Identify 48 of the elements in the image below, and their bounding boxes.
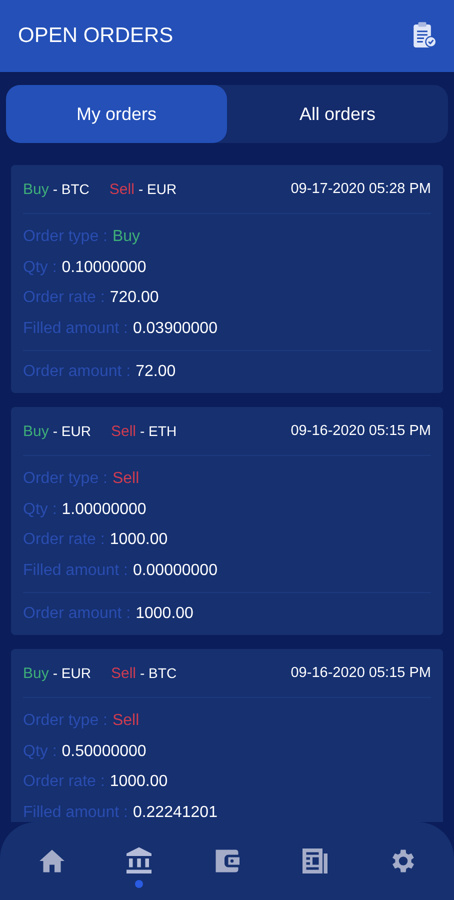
field-label: Order type : (23, 470, 108, 488)
field-value: 1.00000000 (62, 500, 146, 519)
field-value: 0.50000000 (62, 742, 146, 761)
currency-code: - EUR (52, 665, 91, 681)
field-label: Order amount : (23, 363, 131, 381)
buy-label: Buy (23, 422, 49, 440)
page-title: OPEN ORDERS (18, 24, 174, 48)
field-label: Order rate : (23, 531, 105, 550)
field-value: 1000.00 (110, 773, 168, 792)
field-label: Order type : (23, 712, 108, 730)
field-value: 1000.00 (110, 531, 168, 550)
tab[interactable]: All orders (227, 85, 448, 143)
field-value: 720.00 (110, 289, 159, 308)
field-label: Qty : (23, 742, 57, 761)
currency-code: - ETH (140, 423, 177, 439)
field-value: 1000.00 (136, 605, 194, 623)
field-value: 0.10000000 (62, 258, 146, 277)
field-value: 0.22241201 (132, 804, 218, 822)
field-label: Qty : (23, 258, 57, 277)
field-label: Filled amount : (23, 804, 128, 822)
news-icon[interactable] (300, 846, 330, 876)
field-label: Order type : (23, 228, 108, 246)
field-value: 0.03900000 (132, 320, 218, 338)
currency-code: - EUR (138, 181, 177, 197)
tab[interactable]: My orders (6, 85, 227, 143)
field-label: Filled amount : (23, 320, 128, 338)
order-date: 09-16-2020 05:15 PM (290, 423, 431, 439)
field-value: Buy (112, 228, 140, 246)
field-value: 0.00000000 (132, 562, 218, 580)
field-label: Order rate : (23, 289, 105, 308)
buy-label: Buy (23, 664, 49, 682)
field-value: Sell (112, 470, 140, 488)
sell-label: Sell (110, 422, 136, 440)
sell-label: Sell (109, 180, 134, 198)
sell-label: Sell (110, 664, 136, 682)
field-value: 72.00 (136, 363, 176, 381)
field-label: Order rate : (23, 773, 105, 792)
order-date: 09-17-2020 05:28 PM (290, 181, 431, 197)
currency-code: - EUR (52, 423, 91, 439)
field-label: Qty : (23, 500, 57, 519)
currency-code: - BTC (140, 665, 177, 681)
field-label: Filled amount : (23, 562, 128, 580)
field-value: Sell (112, 712, 140, 730)
bank-icon[interactable] (124, 846, 154, 876)
field-label: Order amount : (23, 605, 131, 623)
order-date: 09-16-2020 05:15 PM (290, 665, 431, 681)
currency-code: - BTC (52, 181, 90, 197)
buy-label: Buy (23, 180, 49, 198)
